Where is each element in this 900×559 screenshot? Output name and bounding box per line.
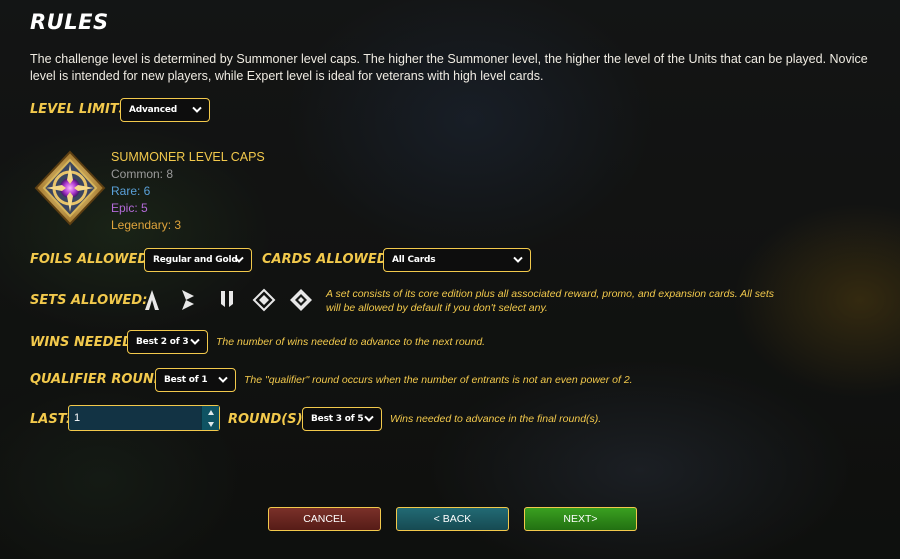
- summoner-caps-title: SUMMONER LEVEL CAPS: [111, 150, 265, 164]
- untamed-set-icon[interactable]: [215, 288, 239, 312]
- back-button[interactable]: < BACK: [396, 507, 509, 531]
- last-label: LAST:: [30, 412, 72, 427]
- last-rounds-value: 1: [74, 412, 81, 424]
- level-limits-value: Advanced: [129, 105, 178, 115]
- cap-rare: Rare: 6: [111, 184, 151, 198]
- spinner-up-icon[interactable]: [207, 409, 214, 415]
- cancel-button[interactable]: CANCEL: [268, 507, 381, 531]
- number-spinner[interactable]: [201, 406, 219, 430]
- chevron-down-icon: [192, 106, 202, 113]
- cards-select[interactable]: All Cards: [383, 248, 531, 272]
- final-rounds-hint: Wins needed to advance in the final roun…: [390, 413, 602, 425]
- chevron-down-icon: [218, 376, 228, 383]
- wins-select[interactable]: Best 2 of 3: [127, 330, 208, 354]
- chaos-set-icon[interactable]: [252, 288, 276, 312]
- level-limits-label: LEVEL LIMITS:: [30, 102, 134, 117]
- summoner-emblem-icon: [34, 150, 106, 226]
- foils-value: Regular and Gold: [153, 255, 238, 265]
- sets-label: SETS ALLOWED:: [30, 293, 148, 308]
- foils-label: FOILS ALLOWED:: [30, 252, 154, 267]
- sets-hint: A set consists of its core edition plus …: [326, 288, 775, 314]
- alpha-set-icon[interactable]: [140, 288, 164, 312]
- chevron-down-icon: [364, 415, 374, 422]
- next-button[interactable]: NEXT>: [524, 507, 637, 531]
- beta-set-icon[interactable]: [176, 288, 200, 312]
- cards-label: CARDS ALLOWED:: [262, 252, 393, 267]
- cards-value: All Cards: [392, 255, 436, 265]
- rules-description: The challenge level is determined by Sum…: [30, 52, 868, 83]
- qualifier-label: QUALIFIER ROUND:: [30, 372, 170, 387]
- cap-common: Common: 8: [111, 167, 174, 181]
- rounds-label: ROUND(S):: [228, 412, 308, 427]
- wins-value: Best 2 of 3: [136, 337, 189, 347]
- cap-epic: Epic: 5: [111, 201, 148, 215]
- foils-select[interactable]: Regular and Gold: [144, 248, 252, 272]
- rules-panel: RULES The challenge level is determined …: [0, 0, 900, 559]
- qualifier-select[interactable]: Best of 1: [155, 368, 236, 392]
- chevron-down-icon: [190, 338, 200, 345]
- qualifier-hint: The "qualifier" round occurs when the nu…: [244, 374, 633, 386]
- wins-label: WINS NEEDED:: [30, 335, 139, 350]
- level-limits-select[interactable]: Advanced: [120, 98, 210, 122]
- page-title: RULES: [30, 10, 109, 34]
- wins-hint: The number of wins needed to advance to …: [216, 336, 486, 348]
- final-rounds-select[interactable]: Best 3 of 5: [302, 407, 382, 431]
- qualifier-value: Best of 1: [164, 375, 208, 385]
- spinner-down-icon[interactable]: [207, 421, 214, 427]
- chevron-down-icon: [513, 256, 523, 263]
- chevron-down-icon: [234, 256, 244, 263]
- last-rounds-input[interactable]: 1: [68, 405, 220, 431]
- cap-legendary: Legendary: 3: [111, 218, 182, 232]
- final-rounds-value: Best 3 of 5: [311, 414, 364, 424]
- rebellion-set-icon[interactable]: [289, 288, 313, 312]
